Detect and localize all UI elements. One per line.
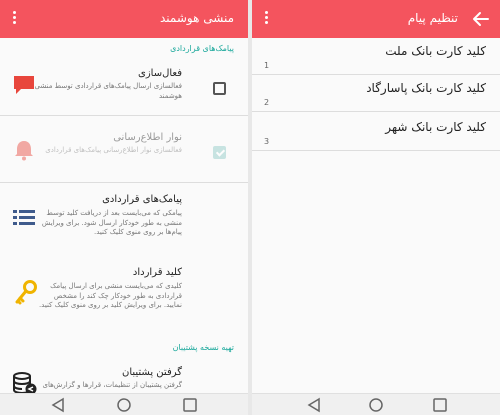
divider bbox=[0, 182, 248, 183]
list-item-text: کلید کارت بانک پاسارگاد bbox=[366, 81, 486, 95]
nav-home-icon[interactable] bbox=[114, 396, 134, 414]
pref-summary: گرفتن پشتیبان از تنظیمات، قرارها و گزارش… bbox=[42, 381, 182, 389]
more-vert-icon[interactable] bbox=[260, 9, 272, 29]
list-item-number: 1 bbox=[264, 61, 270, 70]
pref-title: نوار اطلاع‌رسانی bbox=[113, 132, 182, 143]
list-item-number: 2 bbox=[264, 98, 270, 107]
pref-summary: فعالسازی نوار اطلاع‌رسانی پیامک‌های قرار… bbox=[45, 146, 182, 154]
nav-back-icon[interactable] bbox=[48, 396, 68, 414]
back-arrow-icon[interactable] bbox=[472, 11, 490, 27]
section-header-backup: تهیه نسخه پشتیبان bbox=[172, 343, 234, 352]
nav-recents-icon[interactable] bbox=[430, 396, 450, 414]
list-item[interactable]: کلید کارت بانک ملت 1 bbox=[252, 40, 500, 75]
list-icon bbox=[13, 210, 35, 225]
nav-recents-icon[interactable] bbox=[180, 396, 200, 414]
list-item-number: 3 bbox=[264, 137, 270, 146]
pref-title: کلید قرارداد bbox=[132, 267, 182, 278]
pref-title: پیامک‌های قراردادی bbox=[102, 194, 182, 205]
activate-checkbox[interactable] bbox=[213, 82, 226, 95]
nav-back-icon[interactable] bbox=[304, 396, 324, 414]
pref-summary: پیامکی که می‌بایست بعد از دریافت کلید تو… bbox=[41, 209, 182, 236]
app-title: منشی هوشمند bbox=[159, 11, 234, 25]
pref-title: گرفتن پشتیبان bbox=[121, 367, 182, 378]
more-vert-icon[interactable] bbox=[8, 9, 20, 29]
list-item-text: کلید کارت بانک ملت bbox=[385, 44, 486, 58]
pref-title: فعال‌سازی bbox=[138, 68, 182, 79]
pref-summary: فعالسازی ارسال پیامک‌های قراردادی توسط م… bbox=[34, 82, 182, 100]
divider bbox=[0, 115, 248, 116]
section-header-contract: پیامک‌های قراردادی bbox=[170, 44, 234, 53]
bell-icon bbox=[15, 141, 33, 161]
nav-home-icon[interactable] bbox=[366, 396, 386, 414]
list-item[interactable]: کلید کارت بانک شهر 3 bbox=[252, 116, 500, 151]
system-nav-bar bbox=[0, 393, 248, 415]
app-bar: منشی هوشمند bbox=[0, 0, 248, 38]
app-title: تنظیم پیام bbox=[407, 11, 458, 25]
pref-summary: کلیدی که می‌بایست منشی برای ارسال پیامک … bbox=[38, 282, 182, 309]
settings-screen: منشی هوشمند پیامک‌های قراردادی فعال‌سازی… bbox=[0, 0, 248, 415]
list-item-text: کلید کارت بانک شهر bbox=[385, 120, 486, 134]
system-nav-bar bbox=[252, 393, 500, 415]
notification-checkbox[interactable] bbox=[213, 146, 226, 159]
app-bar: تنظیم پیام bbox=[252, 0, 500, 38]
message-bubble-icon bbox=[14, 76, 34, 94]
message-settings-screen: تنظیم پیام کلید کارت بانک ملت 1 کلید کار… bbox=[252, 0, 500, 415]
list-item[interactable]: کلید کارت بانک پاسارگاد 2 bbox=[252, 77, 500, 112]
